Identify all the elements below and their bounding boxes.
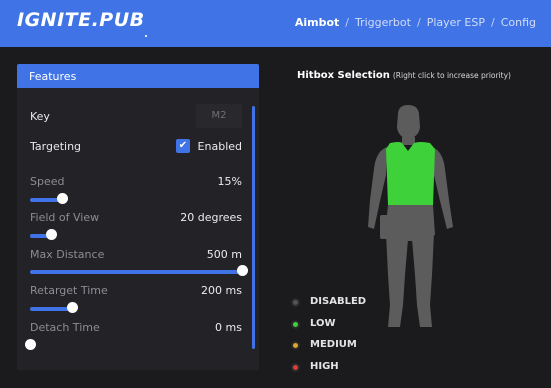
slider-knob[interactable]: [57, 193, 68, 204]
hitbox-note: (Right click to increase priority): [392, 71, 511, 80]
speed-value: 15%: [217, 175, 242, 188]
hitbox-right-leg[interactable]: [412, 233, 434, 327]
key-label: Key: [30, 110, 50, 123]
targeting-label: Targeting: [30, 140, 82, 153]
max-distance-label: Max Distance: [30, 248, 105, 261]
legend-low: LOW: [290, 318, 410, 332]
fov-label: Field of View: [30, 211, 100, 224]
hitbox-title: Hitbox Selection (Right click to increase…: [297, 70, 511, 81]
detach-time-label: Detach Time: [30, 321, 100, 334]
legend-label: DISABLED: [310, 296, 367, 307]
hitbox-torso[interactable]: [386, 142, 435, 205]
detach-time-value: 0 ms: [215, 321, 242, 334]
nav-separator: /: [416, 16, 421, 29]
slider-knob[interactable]: [237, 265, 248, 276]
hitbox-title-text: Hitbox Selection: [297, 70, 390, 81]
logo-dot: [145, 35, 147, 37]
app-logo: IGNITE.PUB: [17, 9, 145, 37]
logo-main: IGNITE: [17, 9, 92, 31]
nav-separator: /: [345, 16, 349, 29]
legend-disabled: DISABLED: [290, 296, 410, 310]
max-distance-value: 500 m: [206, 248, 242, 261]
features-scrollbar[interactable]: [252, 106, 255, 349]
fov-value: 20 degrees: [180, 211, 242, 224]
slider-fill: [30, 270, 242, 274]
legend-label: LOW: [310, 318, 336, 329]
features-panel: Features Key M2 Targeting ✔ Enabled Spee…: [17, 64, 259, 370]
targeting-checkbox[interactable]: ✔: [176, 139, 190, 153]
max-distance-slider[interactable]: [30, 265, 248, 279]
tab-triggerbot[interactable]: Triggerbot: [355, 16, 411, 29]
legend-dot: [291, 341, 300, 350]
slider-knob[interactable]: [25, 339, 36, 350]
nav-tabs: Aimbot / Triggerbot / Player ESP / Confi…: [295, 16, 536, 29]
legend-high: HIGH: [290, 361, 410, 375]
legend-medium: MEDIUM: [290, 339, 410, 353]
slider-knob[interactable]: [67, 302, 78, 313]
speed-slider[interactable]: [30, 193, 242, 207]
retarget-time-value: 200 ms: [201, 284, 242, 297]
speed-label: Speed: [30, 175, 65, 188]
legend-label: MEDIUM: [310, 339, 357, 350]
slider-fill: [30, 307, 72, 311]
logo-suffix: PUB: [99, 9, 145, 31]
tab-aimbot[interactable]: Aimbot: [295, 16, 339, 29]
legend-dot: [291, 363, 300, 372]
features-title: Features: [17, 64, 259, 88]
legend-dot: [291, 298, 300, 307]
tab-config[interactable]: Config: [501, 16, 536, 29]
nav-separator: /: [490, 16, 495, 29]
tab-player-esp[interactable]: Player ESP: [427, 16, 485, 29]
key-bind-button[interactable]: M2: [196, 104, 242, 128]
top-bar: IGNITE.PUB Aimbot / Triggerbot / Player …: [0, 0, 551, 47]
hitbox-left-leg[interactable]: [386, 233, 408, 327]
hitbox-right-arm[interactable]: [432, 147, 453, 229]
retarget-time-slider[interactable]: [30, 302, 242, 316]
hitbox-neck[interactable]: [402, 137, 415, 145]
detach-time-slider[interactable]: [25, 339, 242, 353]
retarget-time-label: Retarget Time: [30, 284, 108, 297]
fov-slider[interactable]: [30, 229, 242, 243]
targeting-value: Enabled: [197, 140, 242, 153]
slider-knob[interactable]: [46, 229, 57, 240]
legend-dot: [291, 320, 300, 329]
legend-label: HIGH: [310, 361, 339, 372]
hitbox-head[interactable]: [397, 105, 420, 139]
